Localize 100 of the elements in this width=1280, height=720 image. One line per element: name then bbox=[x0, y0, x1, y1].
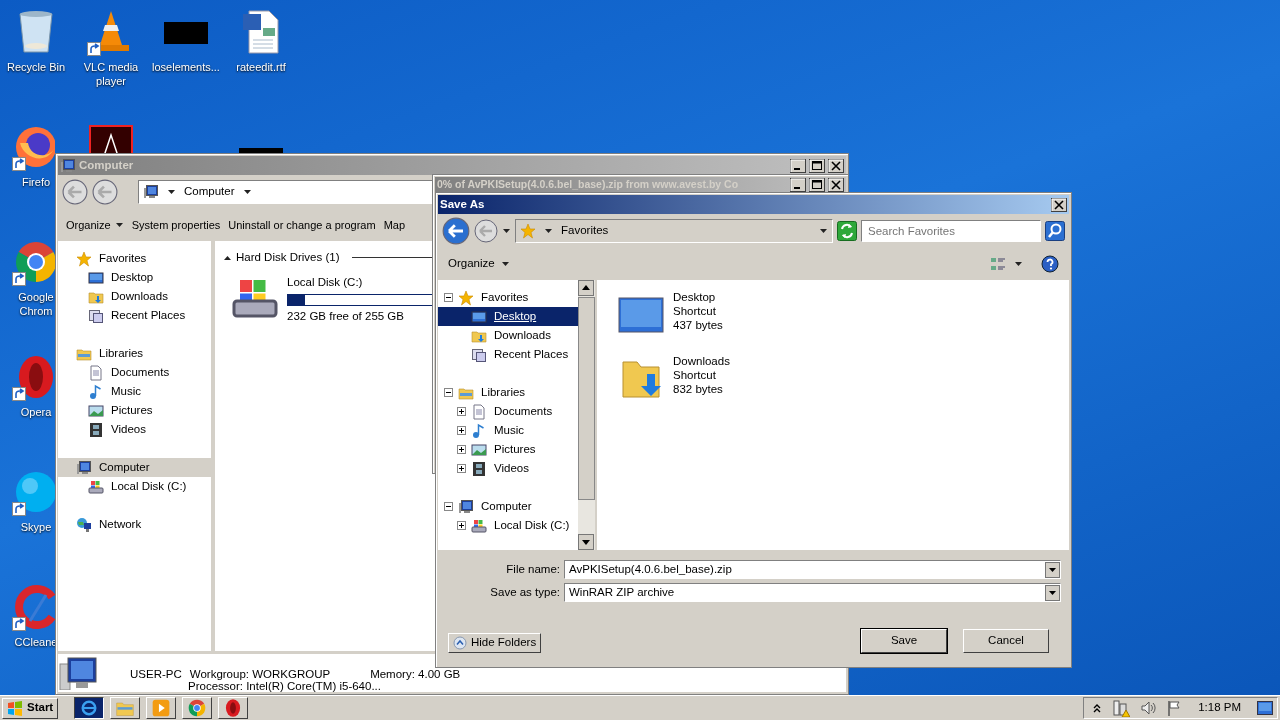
tree-item[interactable]: Local Disk (C:) bbox=[58, 477, 211, 496]
tree-item[interactable]: Videos bbox=[438, 459, 578, 478]
forward-button[interactable] bbox=[474, 219, 498, 243]
back-button[interactable] bbox=[62, 179, 88, 205]
search-button[interactable] bbox=[1045, 221, 1065, 241]
tree-item[interactable]: Local Disk (C:) bbox=[438, 516, 578, 535]
scrollbar-thumb[interactable] bbox=[578, 297, 595, 500]
tree-item[interactable]: Recent Places bbox=[438, 345, 578, 364]
hide-folders-button[interactable]: Hide Folders bbox=[448, 633, 542, 653]
collapse-icon[interactable] bbox=[444, 388, 453, 397]
organize-button[interactable]: Organize bbox=[442, 253, 516, 275]
tree-item[interactable]: Videos bbox=[58, 420, 211, 439]
dropdown-field[interactable]: AvPKISetup(4.0.6.bel_base).zip bbox=[564, 560, 1061, 579]
expand-icon[interactable] bbox=[457, 407, 466, 416]
caret-icon bbox=[114, 221, 124, 229]
search-field[interactable]: Search Favorites bbox=[861, 220, 1041, 242]
taskbar-button[interactable] bbox=[74, 697, 105, 719]
picture-icon bbox=[88, 402, 104, 419]
tree-item[interactable]: Network bbox=[58, 515, 211, 534]
desktop-icon-label[interactable]: rateedit.rtf bbox=[236, 60, 286, 74]
collapse-icon[interactable] bbox=[444, 293, 453, 302]
expand-icon[interactable] bbox=[457, 521, 466, 530]
desktop-icon-label[interactable]: Recycle Bin bbox=[6, 60, 66, 74]
dropdown-field[interactable]: WinRAR ZIP archive bbox=[564, 583, 1061, 602]
desktop-icon-label[interactable]: loselements... bbox=[152, 60, 220, 74]
desktop-icon-label[interactable]: Skype bbox=[20, 520, 52, 534]
close-button[interactable] bbox=[1051, 197, 1067, 212]
tree-item[interactable]: Downloads bbox=[58, 287, 211, 306]
desktop-icon-label[interactable]: VLC media player bbox=[74, 60, 148, 88]
document-icon bbox=[88, 364, 104, 381]
tree-item[interactable]: Pictures bbox=[58, 401, 211, 420]
help-icon[interactable] bbox=[1041, 255, 1059, 273]
tree-item[interactable]: Libraries bbox=[58, 344, 211, 363]
scroll-down-button[interactable] bbox=[578, 534, 594, 550]
dialog-button[interactable]: Save bbox=[861, 629, 947, 653]
app-icon[interactable] bbox=[12, 583, 55, 631]
maximize-button[interactable] bbox=[809, 158, 825, 173]
group-header: Hard Disk Drives (1) bbox=[236, 250, 340, 265]
close-button[interactable] bbox=[828, 158, 844, 173]
address-bar[interactable]: Favorites bbox=[515, 219, 833, 243]
back-button[interactable] bbox=[442, 217, 470, 245]
toolbar-button[interactable]: Organize bbox=[62, 214, 128, 236]
tree-item[interactable]: Music bbox=[58, 382, 211, 401]
file-type: Shortcut bbox=[673, 368, 717, 382]
network-warning-icon[interactable] bbox=[1112, 699, 1131, 717]
network-icon bbox=[76, 516, 92, 533]
tree-item[interactable]: Recent Places bbox=[58, 306, 211, 325]
star-icon bbox=[520, 223, 536, 239]
toolbar-button[interactable]: Uninstall or change a program bbox=[224, 214, 380, 236]
expand-icon[interactable] bbox=[457, 464, 466, 473]
desktop-icon-label[interactable]: Google Chrom bbox=[14, 290, 58, 318]
monitor-icon bbox=[88, 269, 104, 286]
file-name[interactable]: Desktop bbox=[673, 290, 723, 304]
address-bar[interactable]: Computer bbox=[138, 180, 434, 204]
forward-button[interactable] bbox=[92, 179, 118, 205]
tree-item[interactable]: Documents bbox=[58, 363, 211, 382]
file-name[interactable]: Downloads bbox=[673, 354, 730, 368]
chevron-up-icon[interactable] bbox=[1092, 702, 1103, 714]
speaker-icon[interactable] bbox=[1140, 699, 1157, 717]
tree-item[interactable]: Downloads bbox=[438, 326, 578, 345]
dialog-button[interactable]: Cancel bbox=[963, 629, 1049, 653]
toolbar-button[interactable]: System properties bbox=[127, 214, 225, 236]
clock[interactable]: 1:18 PM bbox=[1198, 699, 1241, 717]
desktop-icon-label[interactable]: Opera bbox=[20, 405, 52, 419]
drive-name[interactable]: Local Disk (C:) bbox=[287, 274, 433, 292]
tree-item[interactable]: Computer bbox=[58, 458, 211, 477]
music-note-icon bbox=[471, 422, 487, 439]
minimize-button[interactable] bbox=[790, 177, 806, 192]
shortcut-arrow-icon bbox=[87, 42, 101, 56]
picture-icon bbox=[471, 441, 487, 458]
scrollbar[interactable] bbox=[578, 280, 595, 550]
expand-icon[interactable] bbox=[457, 426, 466, 435]
processor-text: Processor: Intel(R) Core(TM) i5-640... bbox=[188, 680, 382, 692]
toolbar-button[interactable]: Map bbox=[379, 214, 410, 236]
tree-item[interactable]: Documents bbox=[438, 402, 578, 421]
tree-item[interactable]: Desktop bbox=[438, 307, 578, 326]
tree-item[interactable]: Libraries bbox=[438, 383, 578, 402]
tree-item[interactable]: Favorites bbox=[58, 249, 211, 268]
app-icon[interactable] bbox=[87, 123, 135, 153]
shortcut-arrow-icon bbox=[12, 387, 26, 401]
shortcut-arrow-icon bbox=[12, 502, 26, 516]
tree-item[interactable]: Desktop bbox=[58, 268, 211, 287]
refresh-button[interactable] bbox=[837, 221, 857, 241]
collapse-icon[interactable] bbox=[444, 502, 453, 511]
caret-icon bbox=[500, 260, 510, 268]
desktop-icon-label[interactable]: CCleane bbox=[14, 635, 58, 649]
tree-item[interactable]: Computer bbox=[438, 497, 578, 516]
tree-item[interactable]: Pictures bbox=[438, 440, 578, 459]
show-desktop-button[interactable] bbox=[1257, 701, 1273, 715]
expand-icon[interactable] bbox=[457, 445, 466, 454]
close-button[interactable] bbox=[828, 177, 844, 192]
tree-item[interactable]: Favorites bbox=[438, 288, 578, 307]
field-label: File name: bbox=[505, 561, 560, 577]
scroll-up-button[interactable] bbox=[578, 280, 594, 296]
minimize-button[interactable] bbox=[790, 158, 806, 173]
desktop-icon-label[interactable]: Firefo bbox=[21, 175, 51, 189]
start-button[interactable]: Start bbox=[2, 697, 59, 719]
maximize-button[interactable] bbox=[809, 177, 825, 192]
flag-icon[interactable] bbox=[1166, 699, 1183, 717]
tree-item[interactable]: Music bbox=[438, 421, 578, 440]
